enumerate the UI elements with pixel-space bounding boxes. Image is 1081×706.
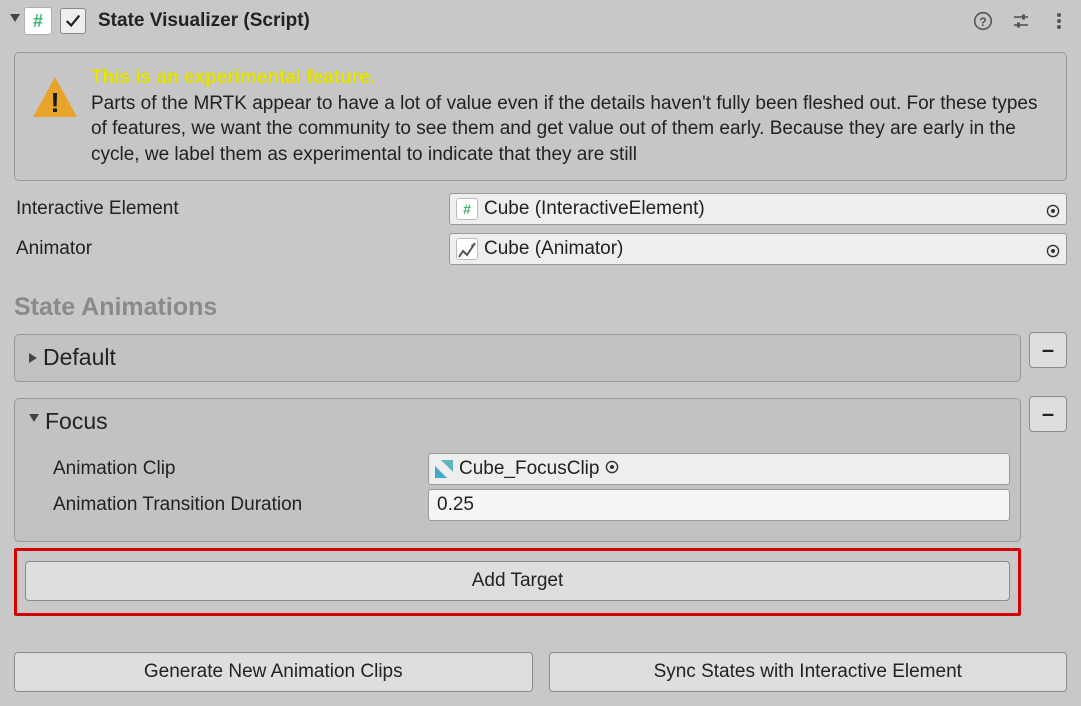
state-focus-wrap: – Focus Animation Clip Cube_FocusClip	[14, 398, 1067, 616]
interactive-element-field[interactable]: # Cube (InteractiveElement)	[449, 193, 1067, 225]
animator-field[interactable]: Cube (Animator)	[449, 233, 1067, 265]
generate-clips-button[interactable]: Generate New Animation Clips	[14, 652, 533, 692]
svg-text:?: ?	[979, 15, 986, 29]
state-focus-header[interactable]: Focus	[15, 399, 1020, 445]
state-default-wrap: Default –	[14, 334, 1067, 382]
object-picker-icon[interactable]	[1046, 202, 1060, 216]
bottom-button-row: Generate New Animation Clips Sync States…	[14, 652, 1067, 692]
state-focus-title: Focus	[45, 408, 108, 435]
script-icon: #	[24, 7, 52, 35]
remove-state-button[interactable]: –	[1029, 332, 1067, 368]
foldout-arrow-icon	[29, 353, 37, 363]
interactive-element-row: Interactive Element # Cube (InteractiveE…	[14, 191, 1067, 227]
object-picker-icon[interactable]	[605, 458, 619, 480]
animation-clip-icon	[435, 460, 453, 478]
animation-clip-row: Animation Clip Cube_FocusClip	[25, 451, 1010, 487]
animator-value: Cube (Animator)	[484, 238, 623, 260]
object-picker-icon[interactable]	[1046, 242, 1060, 256]
animation-clip-label: Animation Clip	[25, 458, 420, 480]
animation-clip-value: Cube_FocusClip	[459, 458, 599, 480]
add-target-highlight: Add Target	[14, 548, 1021, 616]
remove-state-button[interactable]: –	[1029, 396, 1067, 432]
component-foldout-arrow[interactable]	[10, 14, 20, 29]
warning-title: This is an experimental feature.	[91, 67, 375, 88]
settings-sliders-icon[interactable]	[1011, 11, 1031, 31]
foldout-arrow-icon	[29, 414, 39, 429]
transition-duration-input[interactable]	[428, 489, 1010, 521]
transition-duration-label: Animation Transition Duration	[25, 494, 420, 516]
warning-icon: !	[33, 77, 77, 121]
script-mini-icon: #	[456, 198, 478, 220]
state-animations-title: State Animations	[14, 293, 1067, 322]
component-enabled-checkbox[interactable]	[60, 8, 86, 34]
component-header: # State Visualizer (Script) ?	[0, 0, 1081, 42]
state-default-title: Default	[43, 344, 116, 371]
animator-mini-icon	[456, 238, 478, 260]
animation-clip-field[interactable]: Cube_FocusClip	[428, 453, 1010, 485]
interactive-element-label: Interactive Element	[14, 198, 439, 220]
more-menu-icon[interactable]	[1049, 11, 1069, 31]
component-title: State Visualizer (Script)	[98, 10, 973, 32]
animator-label: Animator	[14, 238, 439, 260]
animator-row: Animator Cube (Animator)	[14, 231, 1067, 267]
transition-duration-row: Animation Transition Duration	[25, 487, 1010, 523]
sync-states-button[interactable]: Sync States with Interactive Element	[549, 652, 1068, 692]
state-default-header[interactable]: Default	[15, 335, 1020, 381]
interactive-element-value: Cube (InteractiveElement)	[484, 198, 705, 220]
state-focus-block: Focus Animation Clip Cube_FocusClip Anim…	[14, 398, 1021, 542]
state-default-block: Default	[14, 334, 1021, 382]
help-icon[interactable]: ?	[973, 11, 993, 31]
warning-body: Parts of the MRTK appear to have a lot o…	[91, 93, 1037, 165]
add-target-button[interactable]: Add Target	[25, 561, 1010, 601]
experimental-warning: ! This is an experimental feature. Parts…	[14, 52, 1067, 181]
